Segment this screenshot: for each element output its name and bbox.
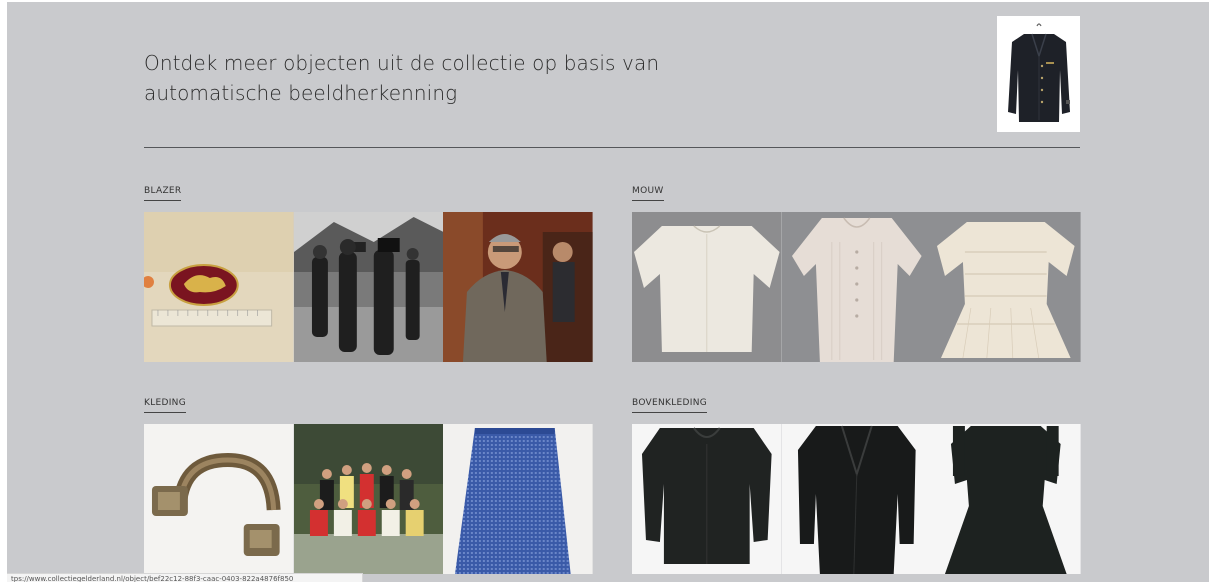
metal-ring-photo[interactable] bbox=[144, 424, 294, 574]
recognition-panel: Ontdek meer objecten uit de collectie op… bbox=[7, 2, 1209, 582]
team-photo[interactable] bbox=[293, 424, 444, 574]
query-image[interactable] bbox=[997, 16, 1080, 132]
black-tailcoat-photo[interactable] bbox=[781, 424, 932, 574]
section-label[interactable]: BLAZER bbox=[144, 186, 182, 201]
jacket-image bbox=[1007, 23, 1070, 122]
image-strip bbox=[632, 424, 1081, 574]
film-crew-photo[interactable] bbox=[293, 212, 444, 362]
page-title: Ontdek meer objecten uit de collectie op… bbox=[144, 51, 660, 105]
image-strip bbox=[144, 424, 593, 574]
white-dress-photo[interactable] bbox=[931, 212, 1081, 362]
section-label[interactable]: KLEDING bbox=[144, 398, 186, 413]
status-bar-url: tps://www.collectiegelderland.nl/object/… bbox=[7, 573, 363, 582]
blue-skirt-photo[interactable] bbox=[443, 424, 593, 574]
white-blouse-photo[interactable] bbox=[781, 212, 932, 362]
badge-photo[interactable] bbox=[144, 212, 294, 362]
section-label[interactable]: BOVENKLEDING bbox=[632, 398, 708, 413]
image-strip bbox=[144, 212, 593, 362]
image-strip bbox=[632, 212, 1081, 362]
man-in-suit-photo[interactable] bbox=[443, 212, 593, 362]
section-label[interactable]: MOUW bbox=[632, 186, 664, 201]
divider bbox=[144, 147, 1080, 148]
black-dress-photo[interactable] bbox=[931, 424, 1081, 574]
black-jacket-photo[interactable] bbox=[632, 424, 782, 574]
white-shirt-photo[interactable] bbox=[632, 212, 782, 362]
